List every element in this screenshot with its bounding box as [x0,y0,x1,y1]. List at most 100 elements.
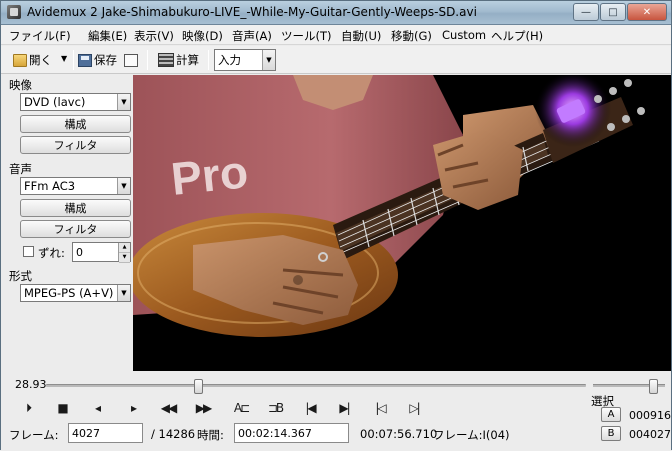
container-format-select[interactable]: MPEG-PS (A+V) ▼ [20,284,131,302]
total-duration: 00:07:56.710 [360,427,438,441]
goto-marker-a-button[interactable]: A [601,407,621,422]
calc-label: 計算 [176,53,199,67]
current-time-display: 28.93 [15,378,47,391]
menu-file[interactable]: ファイル(F) [9,28,71,44]
time-label: 時間: [197,428,224,442]
stop-button[interactable]: ■ [52,400,72,416]
prev-frame-icon: ◂ [94,401,101,415]
menu-tools[interactable]: ツール(T) [281,28,332,44]
video-filters-button[interactable]: フィルタ [20,136,131,154]
menu-custom[interactable]: Custom [442,28,486,42]
input-output-select[interactable]: 入力 ▼ [214,49,276,71]
next-keyframe-button[interactable]: ▷| [404,400,424,416]
audio-shift-label: ずれ: [38,246,65,260]
next-frame-icon: ▸ [130,401,137,415]
menu-video[interactable]: 映像(D) [182,28,223,44]
video-codec-select[interactable]: DVD (lavc) ▼ [20,93,131,111]
menu-bar: ファイル(F) 編集(E) 表示(V) 映像(D) 音声(A) ツール(T) 自… [1,25,671,45]
chevron-down-icon: ▼ [117,94,130,110]
set-marker-a-icon: A⊏ [233,401,250,415]
chevron-down-icon: ▼ [117,285,130,301]
prev-frame-button[interactable]: ◂ [87,400,107,416]
menu-view[interactable]: 表示(V) [134,28,174,44]
properties-button[interactable] [124,50,140,70]
video-configure-button[interactable]: 構成 [20,115,131,133]
input-select-value: 入力 [218,53,241,67]
last-frame-button[interactable]: ▶| [334,400,354,416]
set-marker-b-button[interactable]: ⊐B [263,400,287,416]
video-section-label: 映像 [9,78,32,92]
next-frame-button[interactable]: ▸ [123,400,143,416]
rewind-icon: ◀◀ [160,401,178,415]
last-frame-icon: ▶| [339,401,350,415]
settings-panel: 映像 DVD (lavc) ▼ 構成 フィルタ 音声 FFm AC3 ▼ 構成 … [1,75,133,371]
open-label: 開く [29,53,52,67]
position-slider-thumb[interactable] [194,379,203,394]
forward-icon: ▶▶ [195,401,213,415]
window-title: Avidemux 2 Jake-Shimabukuro-LIVE_-While-… [27,5,477,19]
spin-down-icon[interactable]: ▼ [119,253,130,263]
set-marker-a-button[interactable]: A⊏ [229,400,253,416]
prev-keyframe-icon: |◁ [375,401,386,415]
video-codec-value: DVD (lavc) [24,95,86,109]
chevron-down-icon: ▼ [117,178,130,194]
menu-go[interactable]: 移動(G) [391,28,432,44]
frame-label: フレーム: [9,428,59,442]
prev-keyframe-button[interactable]: |◁ [370,400,390,416]
time-input[interactable]: 00:02:14.367 [234,423,349,443]
audio-shift-spinbox[interactable]: 0 ▲ ▼ [72,242,131,263]
info-document-icon [124,53,138,67]
minimize-button[interactable]: — [573,3,599,21]
app-window: Avidemux 2 Jake-Shimabukuro-LIVE_-While-… [0,0,672,451]
play-button[interactable]: ⏵ [18,400,38,416]
save-disk-icon [78,53,92,67]
title-bar[interactable]: Avidemux 2 Jake-Shimabukuro-LIVE_-While-… [1,1,671,25]
frame-number-input[interactable]: 4027 [68,423,143,443]
video-preview: Pro [133,75,671,371]
audio-section-label: 音声 [9,162,32,176]
audio-codec-value: FFm AC3 [24,179,76,193]
save-button[interactable]: 保存 [78,50,117,70]
audio-configure-button[interactable]: 構成 [20,199,131,217]
marker-a-value: 000916 [629,409,671,422]
playback-controls: 28.93 ⏵ ■ ◂ ▸ ◀◀ ▶▶ A⊏ ⊐B |◀ ▶| |◁ ▷| 選択… [1,371,671,451]
menu-edit[interactable]: 編集(E) [88,28,127,44]
first-frame-icon: |◀ [305,401,316,415]
video-frame-image: Pro [133,75,671,371]
maximize-button[interactable]: □ [600,3,626,21]
marker-b-value: 004027 [629,428,671,441]
toolbar-separator [147,50,148,70]
first-frame-button[interactable]: |◀ [300,400,320,416]
audio-shift-checkbox[interactable] [23,246,34,257]
next-keyframe-icon: ▷| [409,401,420,415]
toolbar-separator [208,50,209,70]
folder-icon [13,53,27,67]
position-slider[interactable] [46,379,586,394]
menu-help[interactable]: ヘルプ(H) [491,28,543,44]
calculator-icon [158,53,174,67]
menu-audio[interactable]: 音声(A) [232,28,272,44]
stop-icon: ■ [57,401,68,415]
shirt-print-text: Pro [169,145,251,205]
volume-slider[interactable] [593,379,665,394]
avidemux-app-icon [7,5,21,19]
format-section-label: 形式 [9,269,32,283]
chevron-down-icon: ▼ [262,50,275,70]
save-label: 保存 [94,53,117,67]
goto-marker-b-button[interactable]: B [601,426,621,441]
spin-up-icon[interactable]: ▲ [119,243,130,253]
audio-shift-value: 0 [76,245,83,259]
calculator-button[interactable]: 計算 [158,50,199,70]
toolbar: 開く ▼ 保存 計算 入力 ▼ [1,46,671,74]
audio-filters-button[interactable]: フィルタ [20,220,131,238]
play-icon: ⏵ [25,400,32,415]
volume-slider-thumb[interactable] [649,379,658,394]
rewind-button[interactable]: ◀◀ [158,400,178,416]
toolbar-separator [73,50,74,70]
open-button[interactable]: 開く [13,50,52,70]
audio-codec-select[interactable]: FFm AC3 ▼ [20,177,131,195]
open-dropdown-arrow[interactable]: ▼ [61,54,67,63]
fast-forward-button[interactable]: ▶▶ [193,400,213,416]
close-button[interactable]: ✕ [627,3,667,21]
menu-auto[interactable]: 自動(U) [341,28,381,44]
